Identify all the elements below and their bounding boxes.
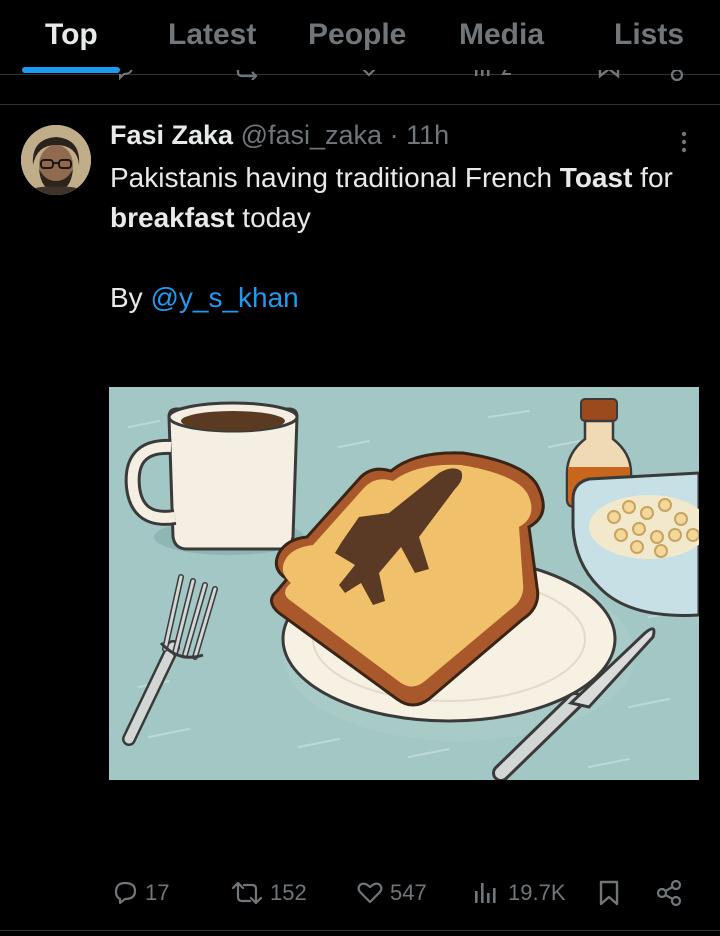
- author-name[interactable]: Fasi Zaka: [110, 120, 233, 150]
- tweet-text-bold-breakfast: breakfast: [110, 202, 235, 233]
- by-label: By: [110, 282, 151, 313]
- author-handle[interactable]: @fasi_zaka: [241, 120, 382, 150]
- avatar[interactable]: [21, 125, 91, 195]
- bookmark-button[interactable]: [596, 868, 628, 918]
- tweet-text: Pakistanis having traditional French Toa…: [110, 158, 710, 318]
- tweet-text-part1: Pakistanis having traditional French: [110, 162, 560, 193]
- tweet-actions: 17 152 547 19.7K: [0, 868, 720, 918]
- bookmark-icon[interactable]: [597, 70, 621, 82]
- share-button[interactable]: [654, 868, 690, 918]
- reply-icon[interactable]: [112, 70, 136, 80]
- tab-media[interactable]: Media: [459, 18, 544, 52]
- tweet-time[interactable]: 11h: [406, 120, 449, 150]
- tweet-text-part3: today: [234, 202, 311, 233]
- previous-tweet-actions: [0, 70, 720, 105]
- tweet-header: Fasi Zaka @fasi_zaka · 11h: [110, 120, 449, 151]
- share-icon[interactable]: [666, 70, 688, 82]
- reply-count: 17: [145, 880, 170, 905]
- mention-link[interactable]: @y_s_khan: [150, 282, 298, 313]
- tweet-text-part2: for: [632, 162, 673, 193]
- views-icon[interactable]: [473, 70, 523, 80]
- heart-icon[interactable]: [356, 70, 382, 80]
- tweet-divider: [0, 930, 720, 931]
- reply-icon: [114, 881, 137, 905]
- repost-icon: [231, 881, 263, 905]
- repost-button[interactable]: 152: [230, 868, 307, 918]
- separator-dot: ·: [389, 120, 399, 150]
- share-icon: [656, 879, 682, 907]
- tweet-text-bold-toast: Toast: [559, 162, 633, 193]
- bookmark-icon: [599, 880, 619, 906]
- tweet-image[interactable]: [109, 387, 699, 780]
- tab-lists[interactable]: Lists: [614, 18, 684, 52]
- more-vertical-icon[interactable]: [676, 128, 692, 156]
- search-tabs: Top Latest People Media Lists: [0, 0, 720, 75]
- repost-count: 152: [270, 880, 307, 905]
- views-icon: [475, 883, 496, 903]
- like-count: 547: [390, 880, 427, 905]
- like-button[interactable]: 547: [356, 868, 427, 918]
- reply-button[interactable]: 17: [111, 868, 169, 918]
- views-count: 19.7K: [508, 880, 566, 905]
- tab-latest[interactable]: Latest: [168, 18, 256, 52]
- repost-icon[interactable]: [234, 70, 264, 80]
- views-button[interactable]: 19.7K: [472, 868, 566, 918]
- heart-icon: [357, 882, 383, 904]
- tab-top[interactable]: Top: [45, 18, 98, 52]
- tab-people[interactable]: People: [308, 18, 406, 52]
